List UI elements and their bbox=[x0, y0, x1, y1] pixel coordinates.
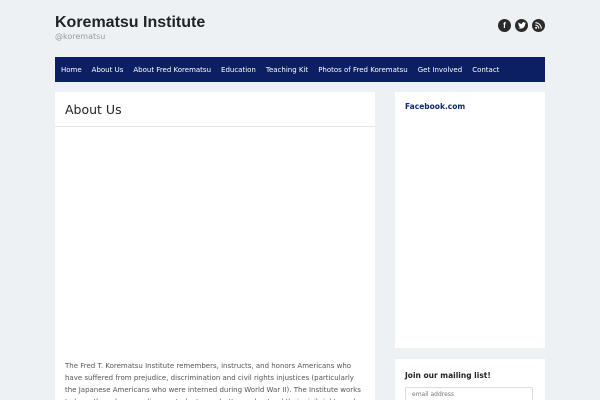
page-title-wrap: About Us bbox=[55, 92, 375, 127]
facebook-widget: Facebook.com bbox=[395, 92, 545, 348]
facebook-icon[interactable]: f bbox=[498, 19, 511, 32]
nav-item-home[interactable]: Home bbox=[56, 66, 87, 74]
nav-item-get-involved[interactable]: Get Involved bbox=[413, 66, 467, 74]
nav-item-contact[interactable]: Contact bbox=[467, 66, 504, 74]
nav-item-teaching-kit[interactable]: Teaching Kit bbox=[261, 66, 313, 74]
site-title[interactable]: Korematsu Institute bbox=[55, 14, 205, 32]
twitter-icon[interactable] bbox=[515, 19, 528, 32]
mailing-list-widget: Join our mailing list! bbox=[395, 359, 545, 400]
page-title: About Us bbox=[65, 102, 122, 117]
nav-item-photos[interactable]: Photos of Fred Korematsu bbox=[313, 66, 413, 74]
main-content: About Us The Fred T. Korematsu Institute… bbox=[55, 92, 375, 400]
nav-item-about-us[interactable]: About Us bbox=[87, 66, 129, 74]
primary-nav: Home About Us About Fred Korematsu Educa… bbox=[55, 57, 545, 82]
email-field[interactable] bbox=[405, 387, 533, 400]
rss-icon[interactable] bbox=[532, 19, 545, 32]
mailing-list-title: Join our mailing list! bbox=[405, 371, 491, 380]
social-links: f bbox=[498, 19, 545, 32]
site-tagline: @korematsu bbox=[55, 32, 106, 41]
facebook-widget-title[interactable]: Facebook.com bbox=[405, 102, 535, 111]
nav-item-about-fred-korematsu[interactable]: About Fred Korematsu bbox=[128, 66, 216, 74]
about-body-text: The Fred T. Korematsu Institute remember… bbox=[65, 362, 361, 400]
nav-item-education[interactable]: Education bbox=[216, 66, 261, 74]
